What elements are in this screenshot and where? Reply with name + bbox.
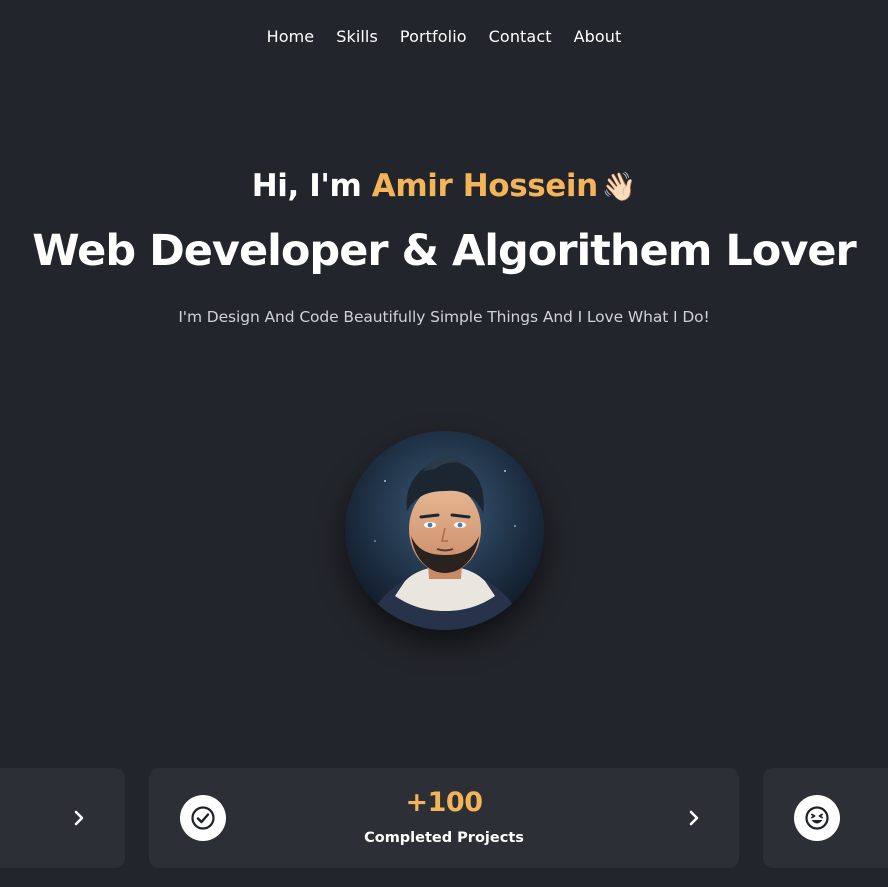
nav-contact[interactable]: Contact bbox=[489, 27, 552, 46]
nav-skills[interactable]: Skills bbox=[336, 27, 378, 46]
stat-card-previous bbox=[0, 768, 125, 868]
top-nav: Home Skills Portfolio Contact About bbox=[0, 27, 888, 46]
stat-card-next bbox=[763, 768, 888, 868]
wave-emoji-icon: 👋🏻 bbox=[601, 170, 637, 203]
chevron-right-icon[interactable] bbox=[684, 808, 704, 828]
hero-headline: Web Developer & Algorithem Lover bbox=[32, 226, 856, 276]
nav-about[interactable]: About bbox=[574, 27, 622, 46]
stat-card-completed-projects: +100 Completed Projects bbox=[149, 768, 739, 868]
nav-home[interactable]: Home bbox=[267, 27, 315, 46]
avatar bbox=[345, 431, 544, 630]
laughing-face-icon bbox=[794, 795, 840, 841]
stat-label: Completed Projects bbox=[364, 830, 524, 846]
page: Home Skills Portfolio Contact About Hi, … bbox=[0, 0, 888, 887]
greeting-prefix: Hi, I'm bbox=[251, 168, 372, 204]
hero-name: Amir Hossein bbox=[371, 168, 598, 204]
nav-portfolio[interactable]: Portfolio bbox=[400, 27, 467, 46]
stat-value: +100 bbox=[405, 787, 483, 818]
greeting: Hi, I'm Amir Hossein 👋🏻 bbox=[0, 168, 888, 204]
hero-tagline: I'm Design And Code Beautifully Simple T… bbox=[178, 308, 710, 326]
chevron-right-icon[interactable] bbox=[69, 808, 89, 828]
avatar-photo bbox=[345, 431, 544, 630]
